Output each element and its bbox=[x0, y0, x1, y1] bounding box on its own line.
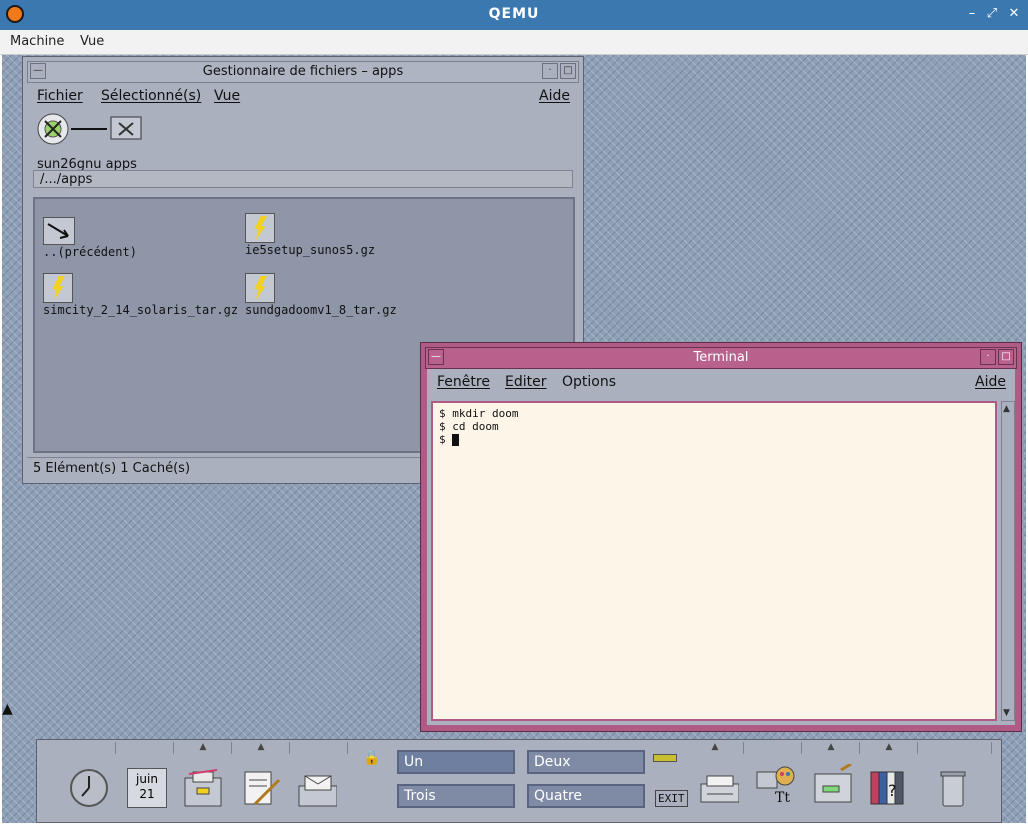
help-manager-icon[interactable]: ? bbox=[869, 768, 909, 808]
maximize-window-button[interactable]: □ bbox=[560, 63, 576, 79]
terminal-output[interactable]: $ mkdir doom $ cd doom $ bbox=[431, 401, 997, 721]
text-cursor bbox=[452, 434, 460, 446]
archive-icon bbox=[245, 273, 275, 303]
subpanel-arrow[interactable]: ▲ bbox=[687, 742, 744, 754]
file-item[interactable]: sundgadoomv1_8_tar.gz bbox=[245, 273, 397, 317]
minimize-window-button[interactable]: · bbox=[542, 63, 558, 79]
path-icons: sun26gnu apps bbox=[37, 113, 147, 172]
menu-machine[interactable]: Machine bbox=[10, 34, 64, 49]
terminal-scrollbar[interactable]: ▲ ▼ bbox=[1001, 401, 1015, 721]
style-manager-icon[interactable]: Tt bbox=[755, 764, 795, 804]
menu-fichier[interactable]: Fichier bbox=[37, 88, 83, 104]
exit-button[interactable]: EXIT bbox=[655, 790, 688, 807]
file-item[interactable]: ..(précédent) bbox=[43, 217, 137, 259]
subpanel-arrow[interactable]: ▲ bbox=[233, 742, 290, 754]
mailer-icon[interactable] bbox=[297, 768, 337, 808]
qemu-window-title: QEMU bbox=[488, 6, 540, 22]
terminal-title: Terminal bbox=[693, 350, 749, 365]
menu-aide[interactable]: Aide bbox=[539, 88, 570, 104]
subpanel-handle[interactable] bbox=[745, 742, 802, 754]
terminal-line: $ bbox=[439, 433, 453, 446]
menu-options[interactable]: Options bbox=[562, 374, 616, 390]
trash-can-icon[interactable] bbox=[933, 768, 973, 808]
calendar-month: juin bbox=[136, 772, 158, 786]
file-name: ..(précédent) bbox=[43, 245, 137, 259]
file-name: sundgadoomv1_8_tar.gz bbox=[245, 303, 397, 317]
text-editor-icon[interactable] bbox=[241, 768, 281, 808]
menu-fenetre[interactable]: Fenêtre bbox=[437, 374, 490, 390]
busy-indicator-icon bbox=[653, 754, 677, 762]
front-panel: ▲ ▲ ▲ ▲ ▲ juin 21 🔒 Un Deux Trois Quatre… bbox=[36, 739, 1002, 823]
archive-icon bbox=[43, 273, 73, 303]
file-name: ie5setup_sunos5.gz bbox=[245, 243, 376, 257]
subpanel-handle[interactable] bbox=[45, 742, 116, 754]
lock-icon[interactable]: 🔒 bbox=[363, 750, 380, 766]
file-item[interactable]: ie5setup_sunos5.gz bbox=[245, 213, 375, 257]
scroll-down-icon[interactable]: ▼ bbox=[1003, 708, 1013, 718]
terminal-menubar: Fenêtre Editer Options Aide bbox=[427, 371, 1015, 395]
subpanel-arrow[interactable]: ▲ bbox=[861, 742, 918, 754]
maximize-window-button[interactable]: □ bbox=[998, 349, 1014, 365]
file-manager-title: Gestionnaire de fichiers – apps bbox=[202, 64, 404, 79]
help-label: ? bbox=[888, 781, 897, 800]
qemu-menubar: Machine Vue bbox=[0, 30, 1028, 55]
terminal-line: $ mkdir doom bbox=[439, 407, 519, 420]
qemu-title-bar: QEMU – ⤢ ✕ bbox=[0, 0, 1028, 30]
minimize-button[interactable]: – bbox=[964, 6, 980, 21]
file-manager-menubar: Fichier Sélectionné(s) Vue Aide bbox=[27, 85, 579, 109]
clock-icon[interactable] bbox=[69, 768, 109, 808]
archive-icon bbox=[245, 213, 275, 243]
host-folder-icon[interactable] bbox=[37, 113, 147, 149]
calendar-day: 21 bbox=[139, 787, 155, 801]
terminal-title-bar[interactable]: — Terminal · □ bbox=[425, 347, 1017, 369]
menu-selectionnes[interactable]: Sélectionné(s) bbox=[101, 88, 201, 104]
svg-text:Tt: Tt bbox=[775, 790, 790, 804]
close-button[interactable]: ✕ bbox=[1006, 6, 1022, 21]
application-manager-icon[interactable] bbox=[813, 764, 853, 804]
workspace-button-un[interactable]: Un bbox=[397, 750, 515, 774]
mouse-pointer-icon: ▲ bbox=[2, 701, 13, 717]
maximize-button[interactable]: ⤢ bbox=[984, 6, 1000, 21]
terminal-body: Fenêtre Editer Options Aide $ mkdir doom… bbox=[427, 369, 1015, 725]
terminal-line: $ cd doom bbox=[439, 420, 499, 433]
path-field[interactable]: /.../apps bbox=[33, 170, 573, 188]
subpanel-handle[interactable] bbox=[291, 742, 348, 754]
subpanel-arrow[interactable]: ▲ bbox=[175, 742, 232, 754]
subpanel-arrow[interactable]: ▲ bbox=[803, 742, 860, 754]
file-manager-title-bar[interactable]: — Gestionnaire de fichiers – apps · □ bbox=[27, 61, 579, 83]
menu-vue[interactable]: Vue bbox=[214, 88, 240, 104]
menu-vue[interactable]: Vue bbox=[80, 34, 104, 49]
workspace-button-trois[interactable]: Trois bbox=[397, 784, 515, 808]
workspace-button-deux[interactable]: Deux bbox=[527, 750, 645, 774]
file-name: simcity_2_14_solaris_tar.gz bbox=[43, 303, 239, 317]
scroll-up-icon[interactable]: ▲ bbox=[1003, 404, 1013, 414]
file-item[interactable]: simcity_2_14_solaris_tar.gz bbox=[43, 273, 238, 317]
cde-desktop: — Gestionnaire de fichiers – apps · □ Fi… bbox=[2, 55, 1026, 823]
workspace-button-quatre[interactable]: Quatre bbox=[527, 784, 645, 808]
minimize-window-button[interactable]: · bbox=[980, 349, 996, 365]
subpanel-handle[interactable] bbox=[117, 742, 174, 754]
menu-editer[interactable]: Editer bbox=[505, 374, 546, 390]
parent-folder-icon bbox=[43, 217, 75, 245]
calendar-icon[interactable]: juin 21 bbox=[127, 768, 167, 808]
printer-icon[interactable] bbox=[699, 768, 739, 808]
subpanel-handle[interactable] bbox=[919, 742, 992, 754]
file-manager-icon[interactable] bbox=[183, 768, 223, 808]
menu-aide[interactable]: Aide bbox=[975, 374, 1006, 390]
terminal-window[interactable]: — Terminal · □ Fenêtre Editer Options Ai… bbox=[420, 342, 1022, 732]
